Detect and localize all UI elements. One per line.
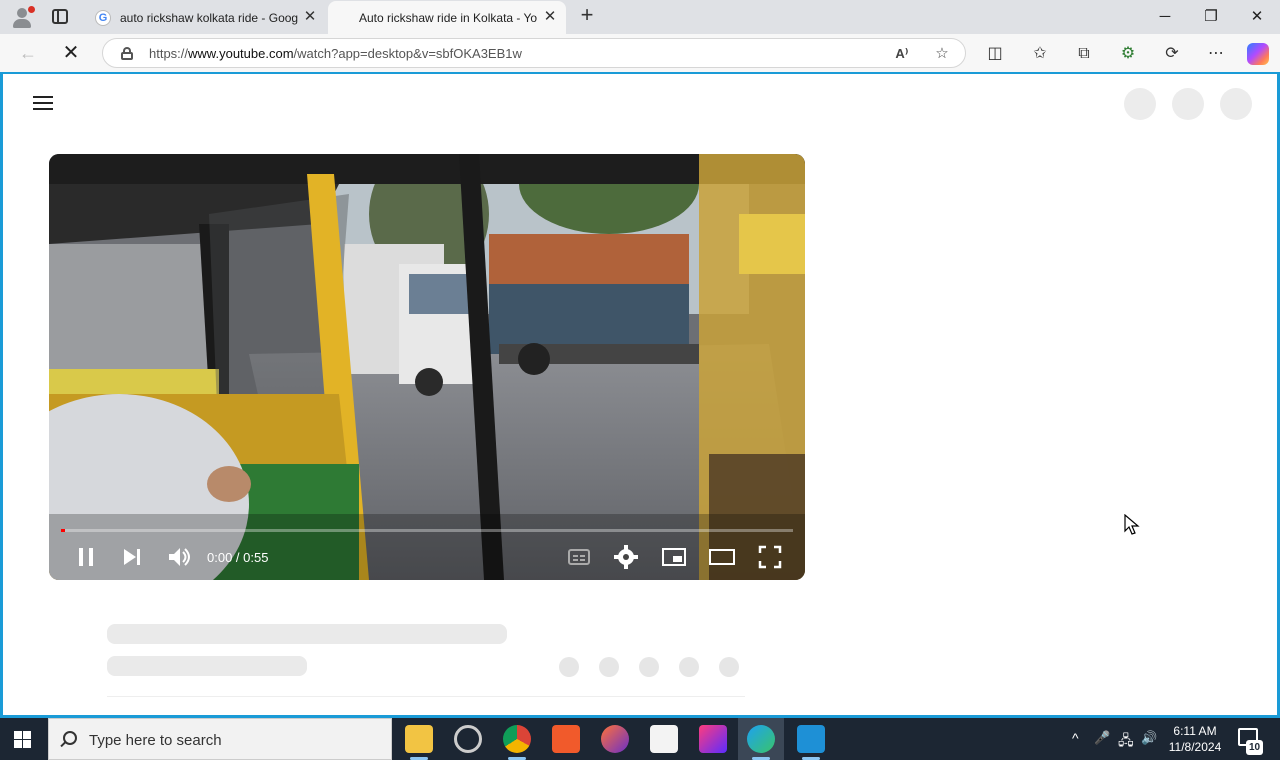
channel-skeleton [107, 656, 307, 676]
taskbar-clock[interactable]: 6:11 AM 11/8/2024 [1160, 723, 1230, 755]
edge-canary-icon[interactable] [747, 725, 775, 753]
restore-button[interactable]: ❐ [1188, 4, 1234, 30]
action-skeleton [679, 657, 699, 677]
video-time: 0:00 / 0:55 [207, 550, 269, 565]
pause-icon[interactable] [71, 542, 101, 572]
action-skeleton [599, 657, 619, 677]
sync-icon[interactable]: ⟳ [1162, 44, 1182, 64]
tab-actions-icon[interactable] [52, 9, 68, 24]
title-skeleton [107, 624, 507, 644]
screen: G auto rickshaw kolkata ride - Goog ✕ Au… [0, 0, 1280, 760]
settings-icon[interactable] [611, 542, 641, 572]
clock-date: 11/8/2024 [1168, 740, 1222, 754]
fullscreen-icon[interactable] [755, 542, 785, 572]
browser-toolbar: ← ✕ https://www.youtube.com/watch?app=de… [0, 34, 1280, 72]
menu-icon[interactable] [33, 96, 53, 110]
divider [107, 696, 745, 697]
profile-notification-dot [28, 6, 35, 13]
firefox-icon[interactable] [601, 725, 629, 753]
browser-tab-strip: G auto rickshaw kolkata ride - Goog ✕ Au… [0, 0, 1280, 34]
app-icon-orange[interactable] [552, 725, 580, 753]
network-icon[interactable]: 🖧 [1118, 730, 1134, 754]
tab-title: Auto rickshaw ride in Kolkata - Yo [359, 11, 537, 25]
more-menu-icon[interactable]: ⋯ [1206, 44, 1226, 64]
remote-desktop-icon[interactable] [797, 725, 825, 753]
video-frame [49, 154, 805, 580]
favorites-icon[interactable]: ✩ [1030, 44, 1050, 64]
progress-bar[interactable] [61, 529, 793, 532]
microphone-icon[interactable]: 🎤 [1094, 730, 1110, 746]
close-tab-icon[interactable]: ✕ [302, 9, 318, 25]
placeholder-circle [1172, 88, 1204, 120]
placeholder-circle [1124, 88, 1156, 120]
back-button[interactable]: ← [15, 42, 41, 64]
progress-fill [61, 529, 65, 532]
captions-icon[interactable] [564, 542, 594, 572]
clock-time: 6:11 AM [1173, 724, 1217, 738]
taskbar-search-box[interactable]: Type here to search [48, 718, 392, 760]
next-icon[interactable] [117, 542, 147, 572]
file-explorer-icon[interactable] [405, 725, 433, 753]
copilot-icon[interactable] [1247, 43, 1269, 65]
lock-icon[interactable] [121, 47, 133, 60]
extensions-icon[interactable]: ⚙ [1118, 44, 1138, 64]
address-bar[interactable]: https://www.youtube.com/watch?app=deskto… [102, 38, 966, 68]
volume-tray-icon[interactable]: 🔊 [1141, 730, 1157, 746]
mouse-cursor-icon [1124, 514, 1140, 535]
notification-count-badge: 10 [1246, 740, 1263, 755]
search-placeholder: Type here to search [89, 732, 222, 749]
google-favicon-icon: G [95, 10, 111, 26]
collections-icon[interactable]: ⧉ [1074, 44, 1094, 64]
profile-icon[interactable] [10, 6, 35, 28]
new-tab-button[interactable]: + [576, 4, 598, 27]
tab-youtube-video[interactable]: Auto rickshaw ride in Kolkata - Yo ✕ [328, 1, 566, 34]
action-skeleton [639, 657, 659, 677]
close-window-button[interactable]: ✕ [1234, 4, 1280, 30]
tab-title: auto rickshaw kolkata ride - Goog [120, 11, 298, 25]
action-skeleton [559, 657, 579, 677]
split-screen-icon[interactable]: ◫ [985, 44, 1005, 64]
tab-google-search[interactable]: G auto rickshaw kolkata ride - Goog ✕ [86, 1, 326, 34]
chrome-icon[interactable] [503, 725, 531, 753]
theater-mode-icon[interactable] [707, 542, 737, 572]
action-skeleton [719, 657, 739, 677]
favorite-star-icon[interactable]: ☆ [933, 45, 951, 63]
app-icon-purple[interactable] [699, 725, 727, 753]
url-text[interactable]: https://www.youtube.com/watch?app=deskto… [149, 46, 522, 61]
miniplayer-icon[interactable] [659, 542, 689, 572]
settings-gear-icon[interactable] [454, 725, 482, 753]
microsoft-store-icon[interactable] [650, 725, 678, 753]
stop-loading-button[interactable]: ✕ [58, 42, 84, 64]
placeholder-circle [1220, 88, 1252, 120]
read-aloud-icon[interactable]: A⁾ [893, 45, 911, 63]
web-page: 0:00 / 0:55 [0, 72, 1280, 718]
volume-icon[interactable] [164, 542, 194, 572]
minimize-button[interactable]: ─ [1142, 4, 1188, 30]
close-tab-icon[interactable]: ✕ [542, 9, 558, 25]
windows-taskbar: Type here to search ^ 🎤 🖧 🔊 6:11 AM 11/8… [0, 718, 1280, 760]
search-icon [63, 731, 77, 745]
windows-start-icon[interactable] [14, 731, 31, 748]
show-hidden-icons-chevron-icon[interactable]: ^ [1072, 730, 1079, 746]
video-player[interactable]: 0:00 / 0:55 [49, 154, 805, 580]
